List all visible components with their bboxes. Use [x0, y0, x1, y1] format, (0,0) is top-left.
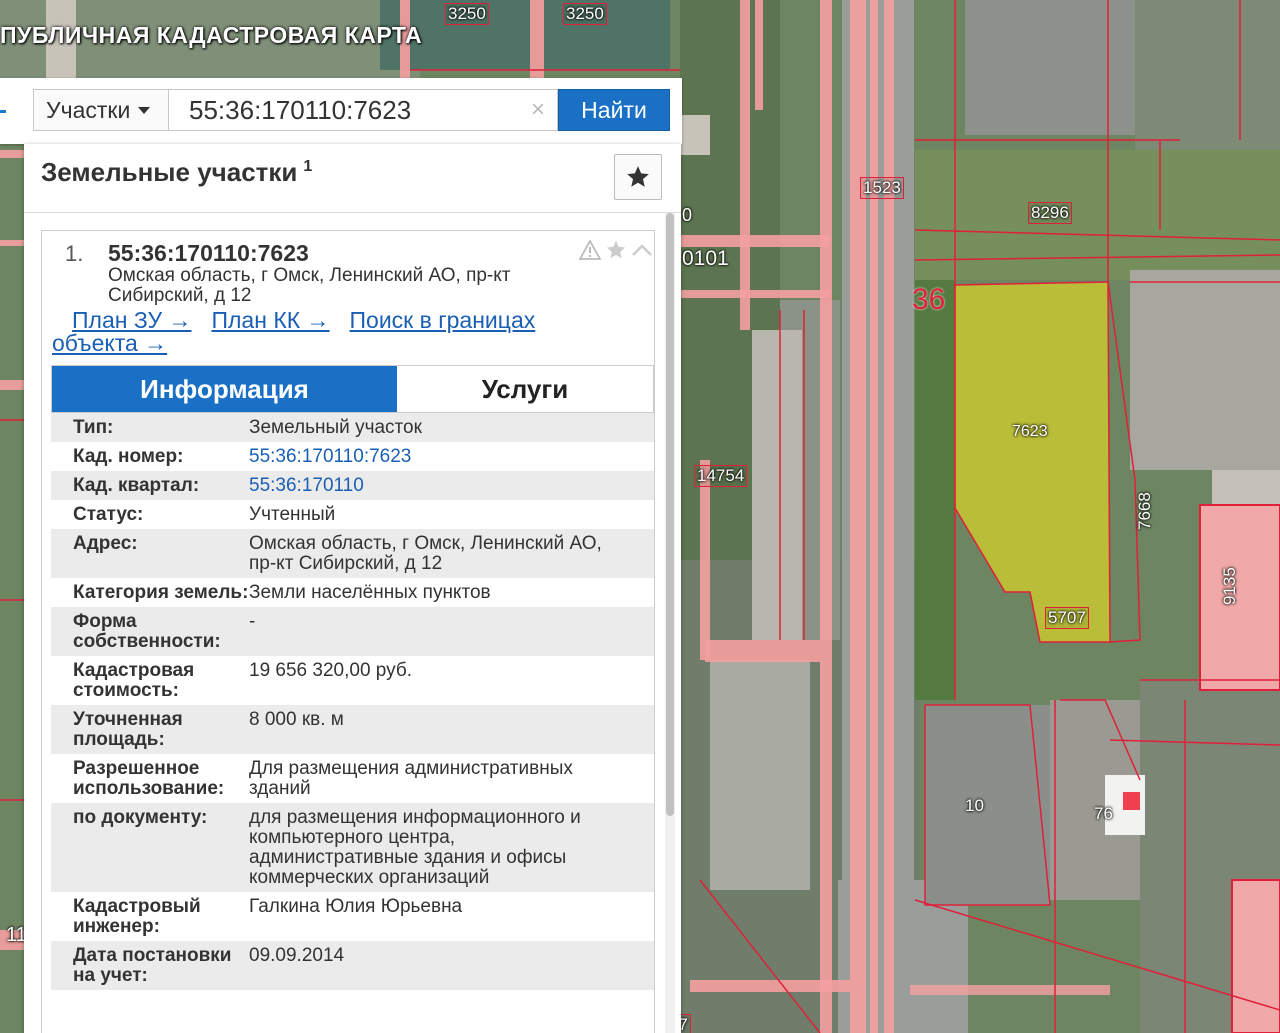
star-icon	[627, 166, 649, 187]
star-icon[interactable]	[605, 239, 627, 261]
prop-value: Учтенный	[249, 504, 336, 525]
prop-value: -	[249, 611, 256, 632]
chevron-down-icon	[138, 106, 151, 114]
prop-key: Тип:	[73, 417, 114, 438]
result-actions	[579, 239, 653, 261]
prop-key: Дата постановки на учет:	[73, 945, 232, 986]
panel-title-text: Земельные участки	[41, 157, 298, 187]
parcel-label-5707: 5707	[1045, 607, 1089, 629]
prop-row-engineer: Кадастровый инженер: Галкина Юлия Юрьевн…	[51, 892, 654, 941]
plan-kk-link[interactable]: План КК →	[211, 307, 329, 333]
prop-row-registration-date: Дата постановки на учет: 09.09.2014	[51, 941, 654, 990]
prop-key: Кадастровая стоимость:	[73, 660, 195, 701]
prop-key: Кад. квартал:	[73, 475, 200, 496]
prop-value: Омская область, г Омск, Ленинский АО, пр…	[249, 533, 602, 574]
search-bar: Участки × Найти	[0, 78, 682, 144]
scrollbar-thumb[interactable]	[666, 213, 674, 816]
parcel-label-7623: 7623	[1012, 423, 1048, 440]
search-input[interactable]	[169, 89, 558, 131]
properties-table: Тип: Земельный участок Кад. номер: 55:36…	[51, 413, 654, 990]
result-tabs: Информация Услуги	[51, 365, 654, 413]
favorites-button[interactable]	[614, 154, 662, 200]
prop-value: для размещения информационного и компьют…	[249, 807, 581, 888]
prop-key: Статус:	[73, 504, 144, 525]
prop-row-cadastral-value: Кадастровая стоимость: 19 656 320,00 руб…	[51, 656, 654, 705]
prop-key: Категория земель:	[73, 582, 249, 603]
parcel-label-1523: 1523	[860, 177, 904, 199]
district-label-36: 36	[912, 283, 946, 316]
prop-row-kad-quarter: Кад. квартал: 55:36:170110	[51, 471, 654, 500]
result-links: План ЗУ → План КК → Поиск в границах объек…	[52, 309, 612, 355]
kad-quarter-link[interactable]: 55:36:170110	[249, 476, 619, 496]
parcel-label-7668: 7668	[1135, 492, 1154, 530]
prop-key: Кад. номер:	[73, 446, 184, 467]
prop-row-area: Уточненная площадь: 8 000 кв. м	[51, 705, 654, 754]
prop-row-status: Статус: Учтенный	[51, 500, 654, 529]
prop-key: Уточненная площадь:	[73, 709, 183, 750]
result-address: Омская область, г Омск, Ленинский АО, пр…	[108, 265, 511, 306]
prop-key: Кадастровый инженер:	[73, 896, 201, 937]
results-count: 1	[303, 158, 313, 176]
prop-key: Разрешенное использование:	[73, 758, 225, 799]
parcel-label-76: 76	[1094, 804, 1113, 823]
prop-row-land-category: Категория земель: Земли населённых пункт…	[51, 578, 654, 607]
prop-value: Для размещения административных зданий	[249, 758, 573, 799]
object-type-label: Участки	[46, 96, 131, 123]
parcel-label-3250-b: 3250	[563, 3, 607, 25]
warning-icon[interactable]	[579, 240, 601, 260]
prop-value: 09.09.2014	[249, 945, 345, 966]
prop-key: Форма собственности:	[73, 611, 221, 652]
object-type-select[interactable]: Участки	[33, 89, 169, 131]
parcel-label-10: 10	[965, 796, 984, 815]
result-card: 1. 55:36:170110:7623 Омская область, г О…	[41, 230, 655, 1033]
quarter-label-0101: 0101	[682, 247, 729, 270]
panel-title: Земельные участки 1	[41, 157, 312, 188]
prop-value: Земельный участок	[249, 417, 422, 438]
prop-value: 8 000 кв. м	[249, 709, 344, 730]
parcel-label-14754: 14754	[694, 465, 748, 487]
layers-toggle-edge[interactable]	[0, 110, 6, 113]
results-panel: Земельные участки 1 1. 55:36:170110:7623 …	[24, 144, 681, 1033]
parcel-label-9135: 9135	[1220, 567, 1239, 605]
map-app-title: ПУБЛИЧНАЯ КАДАСТРОВАЯ КАРТА	[0, 22, 423, 48]
find-button[interactable]: Найти	[558, 89, 670, 131]
panel-scrollbar[interactable]	[665, 213, 675, 1033]
prop-row-permitted-use: Разрешенное использование: Для размещени…	[51, 754, 654, 803]
tab-services[interactable]: Услуги	[397, 366, 653, 412]
parcel-label-8296: 8296	[1028, 202, 1072, 224]
prop-value: 19 656 320,00 руб.	[249, 660, 413, 681]
result-number: 1.	[65, 241, 84, 266]
kad-number-link[interactable]: 55:36:170110:7623	[249, 447, 619, 467]
chevron-up-icon[interactable]	[631, 242, 653, 258]
prop-row-ownership: Форма собственности: -	[51, 607, 654, 656]
prop-value: Галкина Юлия Юрьевна	[249, 896, 463, 917]
result-kad-number[interactable]: 55:36:170110:7623	[108, 240, 309, 267]
prop-value: Земли населённых пунктов	[249, 582, 491, 603]
tab-information[interactable]: Информация	[52, 366, 397, 412]
prop-row-address: Адрес: Омская область, г Омск, Ленинский…	[51, 529, 654, 578]
clear-search-icon[interactable]: ×	[531, 98, 545, 122]
prop-row-kad-number: Кад. номер: 55:36:170110:7623	[51, 442, 654, 471]
prop-row-by-document: по документу: для размещения информацион…	[51, 803, 654, 892]
prop-key: по документу:	[73, 807, 208, 828]
prop-key: Адрес:	[73, 533, 138, 554]
prop-row-type: Тип: Земельный участок	[51, 413, 654, 442]
parcel-label-3250-a: 3250	[445, 3, 489, 25]
map-label-0: 0	[682, 205, 693, 225]
panel-header: Земельные участки 1	[24, 144, 681, 213]
